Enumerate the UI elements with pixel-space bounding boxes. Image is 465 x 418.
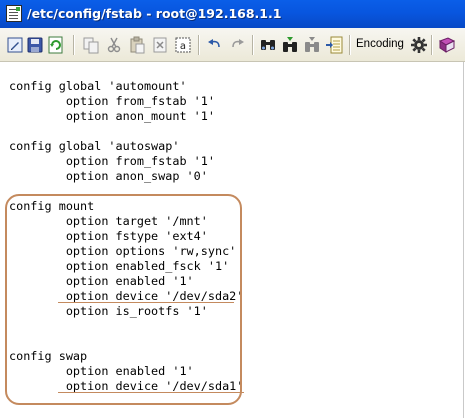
editor-border bbox=[463, 62, 464, 418]
paste-icon[interactable] bbox=[128, 36, 146, 54]
toolbar-separator bbox=[198, 35, 199, 55]
code-line: config global 'automount' bbox=[9, 79, 187, 93]
edit-icon[interactable] bbox=[6, 36, 24, 54]
code-line: option from_fstab '1' bbox=[9, 154, 215, 168]
delete-icon[interactable] bbox=[151, 36, 169, 54]
toolbar-separator bbox=[252, 35, 253, 55]
find-icon[interactable] bbox=[259, 36, 277, 54]
annotation-underline bbox=[58, 302, 234, 303]
select-all-icon[interactable]: a bbox=[174, 36, 192, 54]
toolbar: a Encoding bbox=[0, 28, 465, 62]
window-title: /etc/config/fstab - root@192.168.1.1 bbox=[27, 6, 282, 21]
svg-text:a: a bbox=[180, 41, 186, 52]
code-line: option from_fstab '1' bbox=[9, 94, 215, 108]
goto-line-icon[interactable] bbox=[325, 36, 343, 54]
replace-icon[interactable] bbox=[303, 36, 321, 54]
code-line: option anon_mount '1' bbox=[9, 109, 215, 123]
help-icon[interactable] bbox=[438, 36, 456, 54]
code-line: config global 'autoswap' bbox=[9, 139, 180, 153]
undo-icon[interactable] bbox=[206, 36, 224, 54]
annotation-underline bbox=[58, 392, 244, 393]
cut-icon[interactable] bbox=[105, 36, 123, 54]
highlight-annotation-box bbox=[5, 194, 242, 405]
save-icon[interactable] bbox=[26, 36, 44, 54]
document-icon bbox=[6, 5, 22, 22]
settings-icon[interactable] bbox=[410, 36, 428, 54]
encoding-button[interactable]: Encoding bbox=[356, 38, 404, 50]
redo-icon[interactable] bbox=[228, 36, 246, 54]
toolbar-separator bbox=[349, 35, 350, 55]
copy-icon[interactable] bbox=[82, 36, 100, 54]
refresh-icon[interactable] bbox=[47, 36, 65, 54]
find-next-icon[interactable] bbox=[281, 36, 299, 54]
code-line: option anon_swap '0' bbox=[9, 169, 208, 183]
toolbar-separator bbox=[73, 35, 74, 55]
toolbar-separator bbox=[431, 35, 432, 55]
editor-window: /etc/config/fstab - root@192.168.1.1 a E… bbox=[0, 0, 465, 418]
title-bar[interactable]: /etc/config/fstab - root@192.168.1.1 bbox=[0, 0, 465, 28]
